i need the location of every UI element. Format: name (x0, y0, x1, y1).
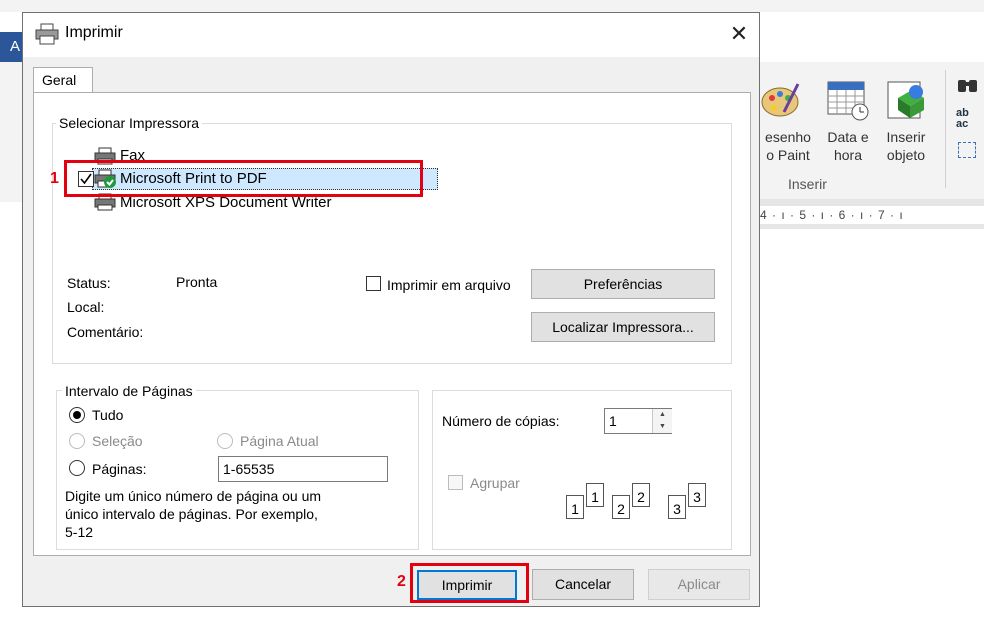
copies-value: 1 (609, 413, 617, 429)
calendar-clock-icon (826, 78, 870, 122)
binoculars-icon[interactable] (955, 76, 981, 96)
local-label: Local: (67, 299, 105, 315)
highlight-box-printer (64, 160, 423, 197)
pages-input[interactable]: 1-65535 (218, 456, 388, 482)
collate-page-icon: 2 (612, 495, 630, 519)
paint-palette-icon (758, 78, 802, 122)
spinner-up-icon[interactable]: ▲ (653, 409, 672, 421)
print-to-file-label: Imprimir em arquivo (387, 277, 511, 293)
apply-button[interactable]: Aplicar (648, 569, 750, 600)
background-document (760, 229, 984, 619)
close-icon: ✕ (729, 21, 749, 46)
radio-all-label: Tudo (92, 407, 124, 423)
print-dialog: Imprimir ✕ Geral Selecionar Impressora F… (22, 12, 760, 607)
page-range-label: Intervalo de Páginas (62, 383, 196, 399)
collate-page-icon: 1 (586, 483, 604, 507)
radio-pages[interactable] (69, 460, 85, 476)
radio-pages-label: Páginas: (92, 461, 147, 477)
insert-object-icon (884, 78, 928, 122)
collate-checkbox[interactable] (448, 475, 463, 490)
highlight-box-print-button (410, 563, 529, 603)
ribbon-separator (945, 70, 946, 188)
comment-label: Comentário: (67, 324, 144, 340)
radio-current-page-label: Página Atual (240, 433, 319, 449)
ribbon-insert-object-button[interactable]: Inserir objeto (878, 128, 934, 164)
page-range-help-2: único intervalo de páginas. Por exemplo, (65, 506, 318, 522)
status-value: Pronta (176, 274, 218, 290)
radio-current-page[interactable] (217, 433, 233, 449)
dialog-title: Imprimir (65, 24, 123, 41)
preferences-button[interactable]: Preferências (531, 269, 715, 299)
page-range-help-1: Digite um único número de página ou um (65, 488, 322, 504)
ribbon-date-time-button[interactable]: Data e hora (822, 128, 874, 164)
collate-page-icon: 3 (688, 483, 706, 507)
collate-page-icon: 1 (566, 495, 584, 519)
copies-label: Número de cópias: (442, 413, 560, 429)
spinner-down-icon[interactable]: ▼ (653, 421, 672, 433)
background-ruler: 4 · ı · 5 · ı · 6 · ı · 7 · ı (760, 206, 984, 224)
find-printer-button[interactable]: Localizar Impressora... (531, 312, 715, 342)
cancel-button[interactable]: Cancelar (532, 569, 634, 600)
status-label: Status: (67, 275, 111, 291)
collate-page-icon: 2 (632, 483, 650, 507)
copies-spinner-arrows[interactable]: ▲ ▼ (652, 409, 672, 433)
collate-label: Agrupar (470, 475, 520, 491)
background-title-bar (0, 0, 984, 12)
select-printer-label: Selecionar Impressora (56, 115, 203, 131)
ribbon-group-label-inserir: Inserir (788, 176, 827, 192)
page-range-help-3: 5-12 (65, 524, 94, 540)
radio-selection-label: Seleção (92, 433, 143, 449)
replace-icon[interactable]: ab ac (956, 108, 982, 130)
ribbon-paint-button[interactable]: esenho o Paint (758, 128, 818, 164)
tab-geral[interactable]: Geral (33, 67, 93, 93)
printer-icon (35, 23, 59, 45)
dialog-title-bar (23, 13, 759, 57)
radio-selection[interactable] (69, 433, 85, 449)
select-icon[interactable] (958, 142, 976, 158)
close-button[interactable]: ✕ (723, 19, 755, 51)
annotation-step-2: 2 (397, 573, 406, 590)
radio-all[interactable] (69, 407, 85, 423)
annotation-step-1: 1 (50, 170, 59, 187)
collate-page-icon: 3 (668, 495, 686, 519)
print-to-file-checkbox[interactable] (366, 276, 381, 291)
